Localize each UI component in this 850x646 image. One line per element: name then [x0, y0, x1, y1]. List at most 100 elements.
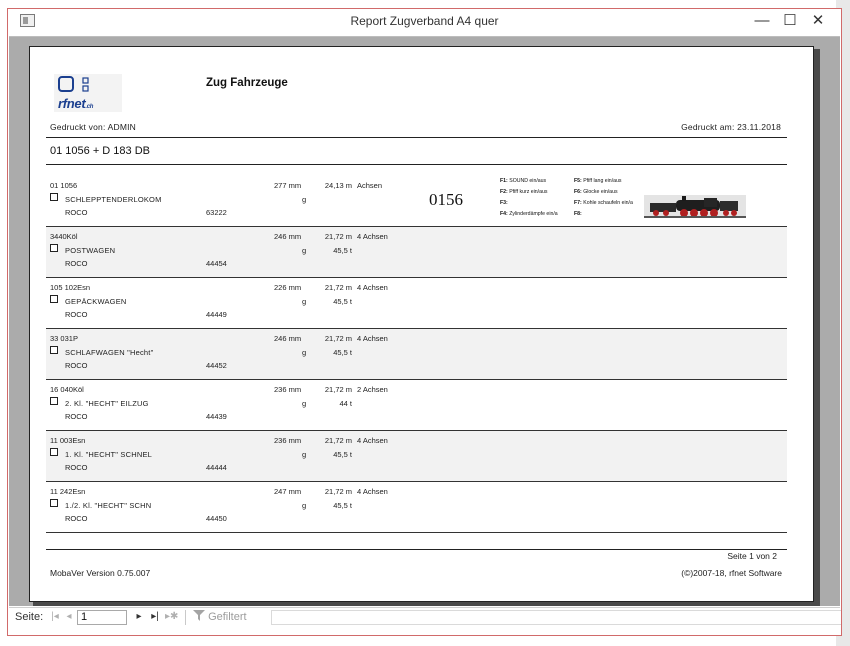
vehicle-manufacturer: ROCO: [65, 310, 88, 319]
vehicle-checkbox[interactable]: [50, 193, 58, 201]
navbar-empty-area: [271, 610, 841, 625]
vehicle-weight: 45,5 t: [333, 501, 352, 510]
vehicle-checkbox[interactable]: [50, 295, 58, 303]
vehicle-lup: 21,72 m: [324, 283, 352, 292]
report-page: rfnet.ch Zug Fahrzeuge Gedruckt von: ADM…: [29, 46, 814, 602]
vehicle-lup: 21,72 m: [324, 232, 352, 241]
page-info: Seite 1 von 2: [727, 551, 777, 561]
vehicle-axles: 4 Achsen: [357, 487, 388, 496]
train-name: 01 1056 + D 183 DB: [50, 145, 150, 157]
vehicle-length: 236 mm: [274, 436, 302, 445]
funnel-icon: [193, 610, 205, 621]
vehicle-row: 11 003Esn 1. Kl. "HECHT" SCHNEL ROCO 444…: [46, 431, 787, 482]
vehicle-axles: Achsen: [357, 181, 383, 190]
vehicle-weight: 45,5 t: [333, 246, 352, 255]
vehicle-list: 01 1056 SCHLEPPTENDERLOKOM ROCO 63222 27…: [46, 176, 787, 533]
vehicle-number: 11 242Esn: [50, 487, 86, 496]
vehicle-checkbox[interactable]: [50, 397, 58, 405]
vehicle-row: 33 031P SCHLAFWAGEN "Hecht" ROCO 44452 2…: [46, 329, 787, 380]
vehicle-length: 277 mm: [274, 181, 302, 190]
function-f5: F5: Pfiff lang ein/aus: [574, 178, 622, 184]
vehicle-unit: g: [302, 450, 307, 459]
filter-indicator[interactable]: Gefiltert: [193, 610, 247, 623]
vehicle-manufacturer: ROCO: [65, 208, 88, 217]
vehicle-checkbox[interactable]: [50, 499, 58, 507]
vehicle-lup: 24,13 m: [324, 181, 352, 190]
vehicle-article: 44444: [206, 463, 227, 472]
vehicle-manufacturer: ROCO: [65, 412, 88, 421]
title-bar: Report Zugverband A4 quer — ☐ ✕: [8, 9, 841, 35]
vehicle-length: 246 mm: [274, 334, 302, 343]
vehicle-length: 247 mm: [274, 487, 302, 496]
vehicle-lup: 21,72 m: [324, 385, 352, 394]
vehicle-checkbox[interactable]: [50, 448, 58, 456]
vehicle-checkbox[interactable]: [50, 244, 58, 252]
divider: [46, 137, 787, 138]
vehicle-axles: 4 Achsen: [357, 436, 388, 445]
logo-squares-icon: [58, 76, 89, 92]
vehicle-number: 33 031P: [50, 334, 78, 343]
vehicle-type: 1. Kl. "HECHT" SCHNEL: [65, 450, 153, 459]
vehicle-manufacturer: ROCO: [65, 259, 88, 268]
vehicle-number: 105 102Esn: [50, 283, 91, 292]
vehicle-row: 01 1056 SCHLEPPTENDERLOKOM ROCO 63222 27…: [46, 176, 787, 227]
vehicle-unit: g: [302, 195, 307, 204]
vehicle-manufacturer: ROCO: [65, 361, 88, 370]
vehicle-article: 63222: [206, 208, 227, 217]
vehicle-length: 236 mm: [274, 385, 302, 394]
steam-locomotive-icon: [644, 195, 746, 218]
vehicle-row: 105 102Esn GEPÄCKWAGEN ROCO 44449 226 mm…: [46, 278, 787, 329]
vehicle-article: 44452: [206, 361, 227, 370]
rfnet-logo: rfnet.ch: [54, 74, 122, 112]
vehicle-unit: g: [302, 348, 307, 357]
vehicle-length: 226 mm: [274, 283, 302, 292]
vehicle-article: 44454: [206, 259, 227, 268]
function-f6: F6: Glocke ein/aus: [574, 189, 618, 195]
window-title: Report Zugverband A4 quer: [350, 14, 499, 28]
vehicle-row: 16 040Köl 2. Kl. "HECHT" EILZUG ROCO 444…: [46, 380, 787, 431]
vehicle-weight: 45,5 t: [333, 297, 352, 306]
minimize-button[interactable]: —: [748, 10, 776, 32]
vehicle-weight: 45,5 t: [333, 348, 352, 357]
printed-by: Gedruckt von: ADMIN: [50, 122, 136, 132]
vehicle-number: 01 1056: [50, 181, 78, 190]
vehicle-axles: 4 Achsen: [357, 232, 388, 241]
vehicle-row: 11 242Esn 1./2. Kl. "HECHT" SCHN ROCO 44…: [46, 482, 787, 533]
vehicle-unit: g: [302, 246, 307, 255]
background-strip: [0, 0, 850, 8]
close-button[interactable]: ✕: [804, 10, 832, 32]
first-page-button[interactable]: |◂: [49, 610, 61, 624]
vehicle-axles: 4 Achsen: [357, 283, 388, 292]
vehicle-number: 16 040Köl: [50, 385, 84, 394]
copyright: (©)2007-18, rfnet Software: [681, 568, 782, 578]
vehicle-checkbox[interactable]: [50, 346, 58, 354]
printed-date: Gedruckt am: 23.11.2018: [681, 122, 781, 132]
vehicle-type: SCHLAFWAGEN "Hecht": [65, 348, 154, 357]
last-page-button[interactable]: ▸|: [149, 610, 161, 624]
next-page-button[interactable]: ▸: [133, 610, 145, 624]
logo-wordmark: rfnet.ch: [58, 96, 94, 111]
maximize-button[interactable]: ☐: [776, 10, 804, 32]
page-label: Seite:: [15, 611, 44, 623]
separator: [185, 610, 186, 625]
function-f8: F8:: [574, 211, 582, 217]
version-info: MobaVer Version 0.75.007: [50, 568, 151, 578]
vehicle-lup: 21,72 m: [324, 487, 352, 496]
previous-page-button[interactable]: ◂: [63, 610, 75, 624]
vehicle-axles: 2 Achsen: [357, 385, 388, 394]
vehicle-type: 2. Kl. "HECHT" EILZUG: [65, 399, 149, 408]
vehicle-row: 3440Köl POSTWAGEN ROCO 44454 246 mm g 21…: [46, 227, 787, 278]
function-f4: F4: Zylinderdämpfe ein/a: [500, 211, 558, 217]
function-f3: F3:: [500, 200, 508, 206]
page-number-input[interactable]: 1: [77, 610, 127, 625]
vehicle-unit: g: [302, 297, 307, 306]
function-f7: F7: Kohle schaufeln ein/a: [574, 200, 633, 206]
function-f2: F2: Pfiff kurz ein/aus: [500, 189, 548, 195]
locomotive-image: [644, 195, 746, 218]
vehicle-length: 246 mm: [274, 232, 302, 241]
vehicle-lup: 21,72 m: [324, 436, 352, 445]
vehicle-article: 44449: [206, 310, 227, 319]
decoder-address: 0156: [429, 190, 463, 209]
new-record-button[interactable]: ▸✱: [165, 610, 178, 624]
report-title: Zug Fahrzeuge: [206, 77, 288, 89]
